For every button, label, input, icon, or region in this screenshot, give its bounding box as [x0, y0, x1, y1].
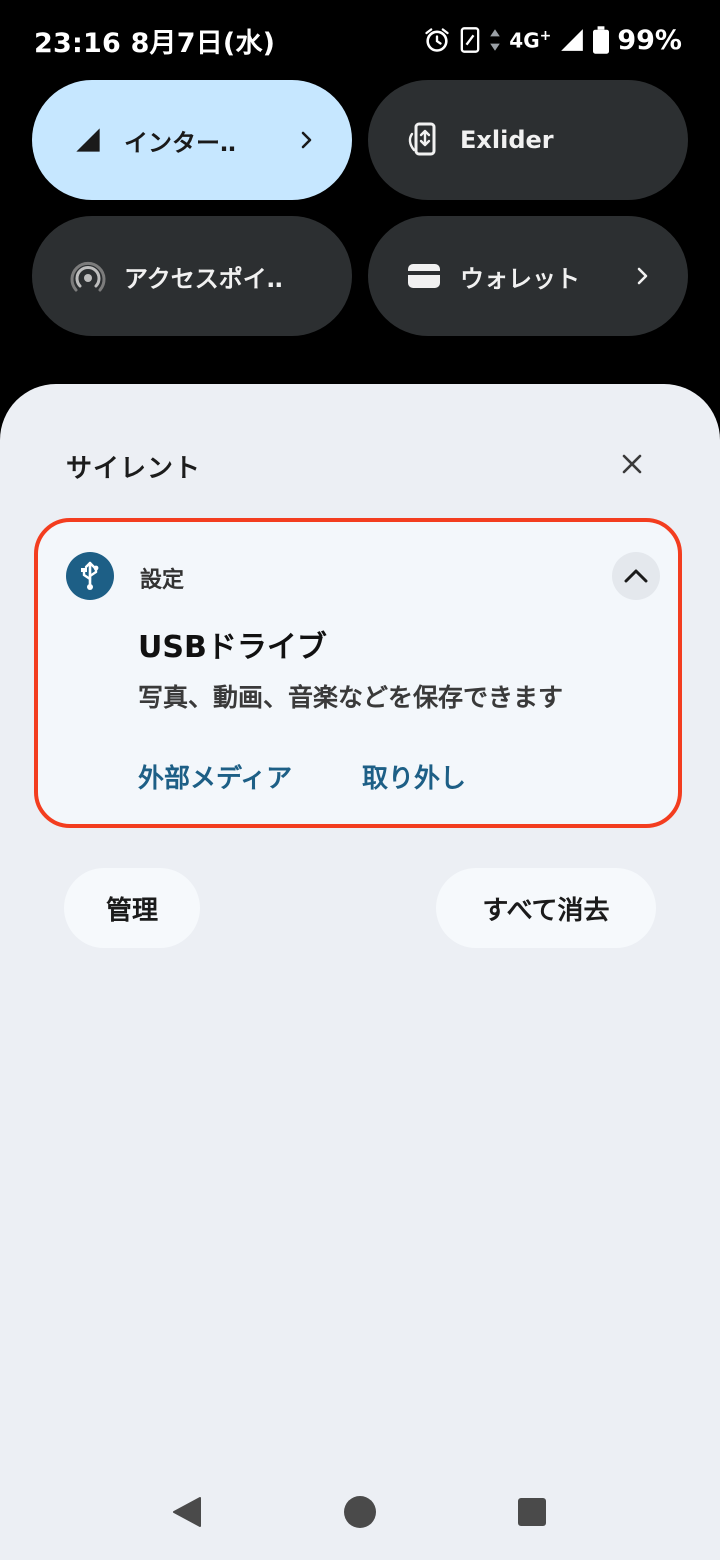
notification-card[interactable]: 設定 USBドライブ 写真、動画、音楽などを保存できます 外部メディア 取り外し: [34, 518, 682, 828]
tile-hotspot[interactable]: アクセスポイ‥: [32, 216, 352, 336]
status-icons: 4G+ 99%: [423, 25, 682, 56]
nav-home-button[interactable]: [340, 1492, 380, 1532]
eject-button[interactable]: 取り外し: [362, 758, 466, 795]
alarm-icon: [423, 26, 451, 54]
tile-internet[interactable]: インター‥: [32, 80, 352, 200]
chevron-right-icon: [294, 128, 318, 152]
clear-all-button[interactable]: すべて消去: [436, 868, 656, 948]
battery-icon: [593, 26, 610, 54]
close-icon: [621, 453, 643, 475]
tile-wallet-label: ウォレット: [460, 264, 580, 293]
usb-icon: [66, 552, 114, 600]
network-plus: +: [539, 27, 552, 44]
tile-exlider[interactable]: Exlider: [368, 80, 688, 200]
home-icon: [342, 1494, 378, 1530]
screen-rotate-icon: [459, 26, 481, 54]
nav-recents-button[interactable]: [512, 1492, 552, 1532]
chevron-up-icon: [623, 568, 649, 584]
back-icon: [168, 1494, 204, 1530]
close-silent-button[interactable]: [612, 444, 652, 484]
wallet-icon: [404, 256, 444, 296]
notification-text: 写真、動画、音楽などを保存できます: [138, 683, 564, 712]
status-date: 8月7日(水): [130, 27, 276, 59]
chevron-right-icon: [630, 264, 654, 288]
manage-button[interactable]: 管理: [64, 868, 200, 948]
network-type-label: 4G: [509, 28, 540, 53]
collapse-notification-button[interactable]: [612, 552, 660, 600]
network-type: 4G+: [509, 28, 551, 53]
tile-hotspot-label: アクセスポイ‥: [124, 264, 283, 293]
status-clock: 23:16 8月7日(水): [34, 21, 275, 60]
external-media-button[interactable]: 外部メディア: [138, 758, 292, 795]
tile-internet-label: インター‥: [124, 128, 237, 157]
tile-wallet[interactable]: ウォレット: [368, 216, 688, 336]
status-time: 23:16: [34, 27, 121, 59]
cell-signal-icon: [68, 120, 108, 160]
hotspot-icon: [68, 256, 108, 296]
tile-exlider-label: Exlider: [460, 126, 554, 154]
notification-title: USBドライブ: [138, 630, 327, 665]
notification-app-name: 設定: [140, 568, 185, 593]
phone-rotate-icon: [404, 120, 444, 160]
nav-back-button[interactable]: [166, 1492, 206, 1532]
section-title-silent: サイレント: [66, 454, 202, 484]
recents-icon: [516, 1496, 548, 1528]
battery-percent: 99%: [617, 24, 682, 56]
data-activity-icon: [489, 28, 501, 52]
status-bar: 23:16 8月7日(水) 4G+ 99%: [0, 0, 720, 80]
signal-icon: [559, 27, 585, 53]
